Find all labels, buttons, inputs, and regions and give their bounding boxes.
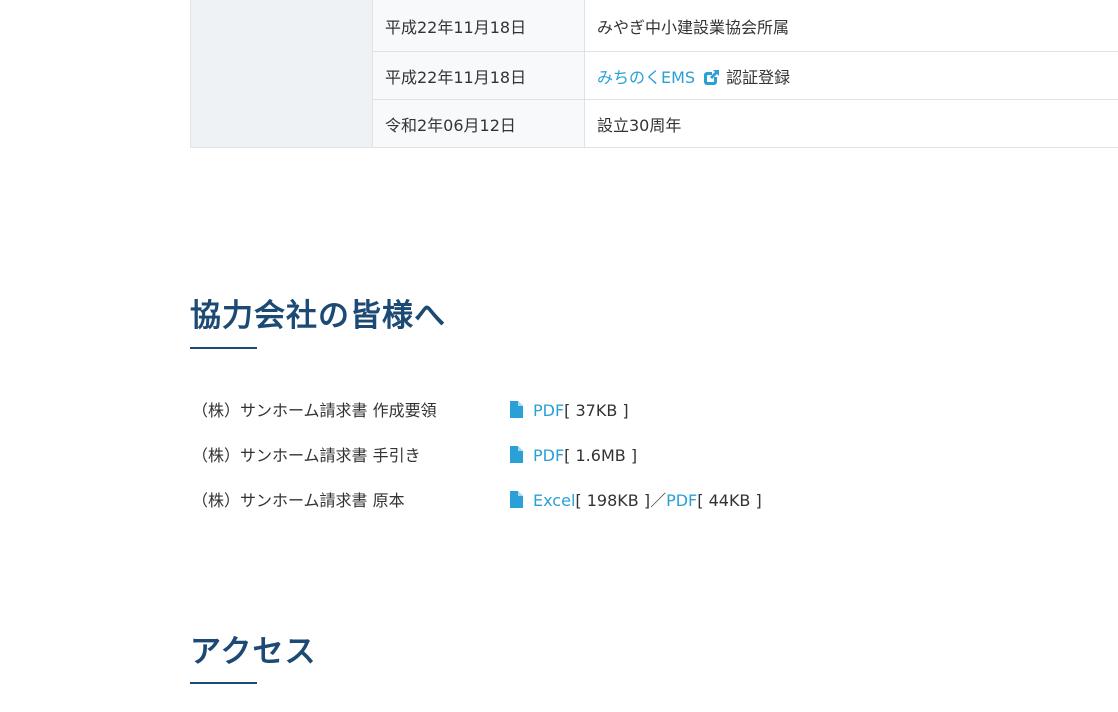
file-icon [510,490,523,508]
history-label-cell [190,0,373,148]
file-separator: ／ [650,491,667,510]
access-heading-underline [190,682,257,684]
document-name: （株）サンホーム請求書 原本 [192,491,405,510]
external-link-icon[interactable] [703,68,721,86]
file-size: [ 1.6MB ] [564,446,638,465]
document-name: （株）サンホーム請求書 手引き [192,446,421,465]
file-icon [510,400,523,418]
document-files: PDF[ 37KB ] [510,398,629,424]
pdf-download-link[interactable]: PDF [533,446,564,465]
file-size: [ 198KB ] [575,491,651,510]
document-files: PDF[ 1.6MB ] [510,443,637,469]
history-date: 平成22年11月18日 [372,51,585,100]
history-date: 平成22年11月18日 [372,0,585,52]
file-size: [ 44KB ] [697,491,762,510]
company-history-table: 平成22年11月18日 みやぎ中小建設業協会所属 平成22年11月18日 みちの… [190,0,1118,148]
history-row: 平成22年11月18日 みやぎ中小建設業協会所属 [190,0,1118,148]
partners-heading: 協力会社の皆様へ [190,298,446,334]
partners-heading-underline [190,347,257,349]
file-size: [ 37KB ] [564,401,629,420]
document-name: （株）サンホーム請求書 作成要領 [192,401,437,420]
access-heading: アクセス [190,634,317,670]
pdf-download-link[interactable]: PDF [666,491,697,510]
document-files: Excel[ 198KB ]／PDF[ 44KB ] [510,488,762,514]
file-icon [510,445,523,463]
michinoku-ems-link[interactable]: みちのくEMS [597,68,695,87]
history-date: 令和2年06月12日 [372,99,585,148]
excel-download-link[interactable]: Excel [533,491,575,510]
page: 平成22年11月18日 みやぎ中小建設業協会所属 平成22年11月18日 みちの… [0,0,1118,712]
history-event: みやぎ中小建設業協会所属 [584,0,1118,52]
pdf-download-link[interactable]: PDF [533,401,564,420]
history-event: 設立30周年 [584,99,1118,148]
history-event: みちのくEMS 認証登録 [584,51,1118,100]
history-event-suffix: 認証登録 [726,67,791,87]
